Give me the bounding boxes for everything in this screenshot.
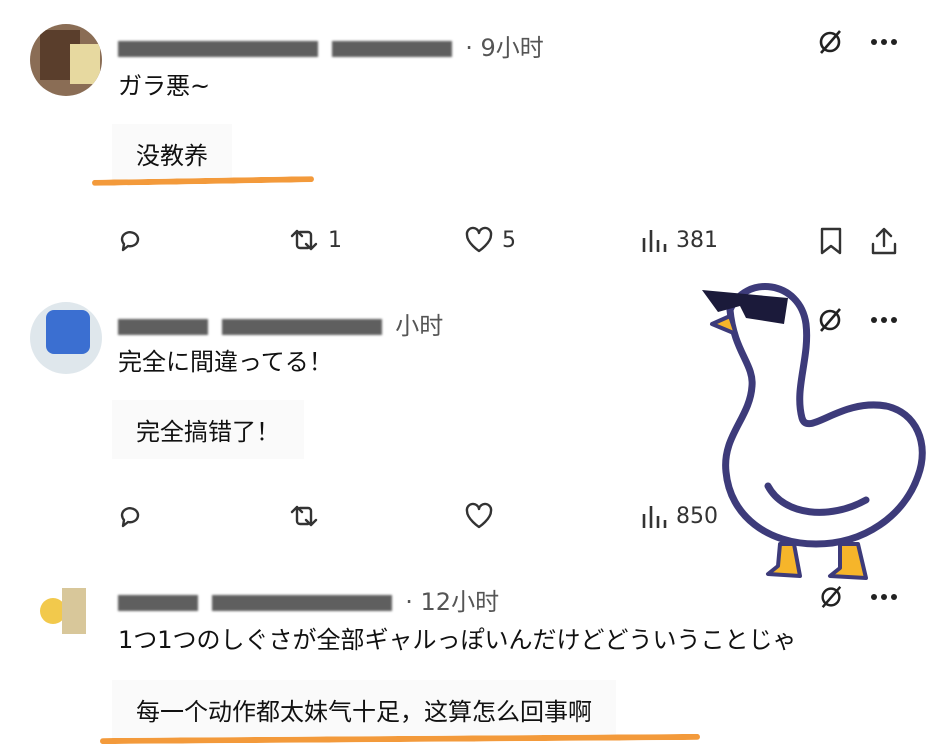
more-icon[interactable]	[870, 38, 898, 46]
translation-note: 完全搞错了！	[112, 400, 304, 459]
post-time: 小时	[395, 312, 444, 340]
post-text: 完全に間違ってる！	[118, 348, 333, 376]
like-icon	[464, 502, 494, 530]
bookmark-button[interactable]	[818, 226, 844, 256]
post-3: · 12小时 1つ1つのしぐさが全部ギャルっぽいんだけどどういうことじゃ 每一个…	[0, 570, 930, 752]
post-time: · 9小时	[465, 34, 544, 62]
grok-icon[interactable]	[816, 28, 844, 56]
post-text: 1つ1つのしぐさが全部ギャルっぽいんだけどどういうことじゃ	[118, 626, 797, 654]
bookmark-icon	[818, 226, 844, 256]
share-button[interactable]	[870, 226, 898, 256]
retweet-button[interactable]: 1	[288, 226, 342, 254]
translation-note: 没教养	[112, 124, 232, 183]
post-text: ガラ悪~	[118, 72, 211, 100]
redacted-handle	[211, 595, 392, 611]
like-button[interactable]: 5	[464, 226, 516, 254]
avatar[interactable]	[30, 24, 102, 96]
share-icon	[870, 226, 898, 256]
redacted-username	[118, 595, 198, 611]
duck-sticker	[690, 268, 930, 588]
post-top-actions	[816, 28, 898, 56]
post-meta: · 12小时	[118, 582, 499, 617]
redacted-handle	[221, 319, 382, 335]
post-1: · 9小时 ガラ悪~ 没教养 1 5 381	[0, 0, 930, 290]
reply-button[interactable]	[116, 502, 144, 530]
like-button[interactable]	[464, 502, 494, 530]
translation-note: 每一个动作都太妹气十足，这算怎么回事啊	[112, 680, 616, 739]
views-icon	[640, 502, 668, 530]
redacted-handle	[331, 41, 452, 57]
like-icon	[464, 226, 494, 254]
post-meta: 小时	[118, 306, 443, 341]
retweet-icon	[288, 226, 320, 254]
like-count: 5	[502, 227, 516, 253]
retweet-button[interactable]	[288, 502, 320, 530]
redacted-username	[118, 319, 208, 335]
reply-icon	[116, 502, 144, 530]
avatar[interactable]	[34, 584, 90, 640]
more-icon[interactable]	[870, 593, 898, 601]
retweet-icon	[288, 502, 320, 530]
redacted-username	[118, 41, 318, 57]
view-count: 381	[676, 227, 718, 253]
post-time: · 12小时	[405, 588, 500, 616]
avatar[interactable]	[30, 302, 102, 374]
post-meta: · 9小时	[118, 28, 544, 63]
retweet-count: 1	[328, 227, 342, 253]
reply-icon	[116, 226, 144, 254]
views-button[interactable]: 381	[640, 226, 718, 254]
views-icon	[640, 226, 668, 254]
reply-button[interactable]	[116, 226, 144, 254]
